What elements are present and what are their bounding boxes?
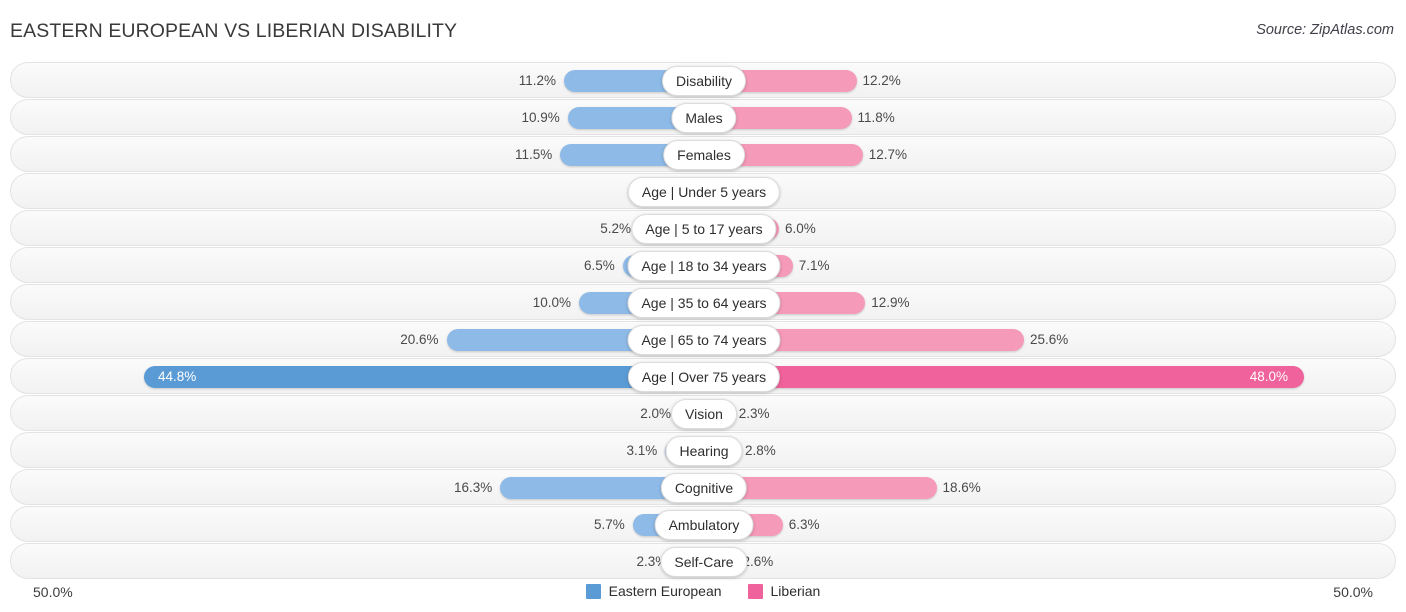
category-label-pill: Males: [671, 103, 737, 133]
value-label-eastern-european: 6.5%: [583, 258, 615, 273]
page-title: EASTERN EUROPEAN VS LIBERIAN DISABILITY: [10, 20, 458, 42]
chart-row: 16.3% 18.6% Cognitive: [10, 469, 1396, 505]
value-label-liberian: 2.8%: [745, 443, 776, 458]
chart-page: EASTERN EUROPEAN VS LIBERIAN DISABILITY …: [0, 0, 1406, 612]
chart-row: 11.2% 12.2% Disability: [10, 62, 1396, 98]
legend-item[interactable]: Eastern European: [585, 583, 722, 599]
value-label-eastern-european: 44.8%: [158, 369, 197, 384]
chart-row: 11.5% 12.7% Females: [10, 136, 1396, 172]
chart-row: 5.2% 6.0% Age | 5 to 17 years: [10, 210, 1396, 246]
chart-row: 10.0% 12.9% Age | 35 to 64 years: [10, 284, 1396, 320]
value-label-eastern-european: 10.0%: [532, 295, 571, 310]
category-label-text: Disability: [675, 73, 733, 89]
value-label-liberian: 25.6%: [1030, 332, 1069, 347]
chart-row: 20.6% 25.6% Age | 65 to 74 years: [10, 321, 1396, 357]
chart-row: 5.7% 6.3% Ambulatory: [10, 506, 1396, 542]
legend-swatch-eastern-european: [585, 583, 601, 599]
chart-header: EASTERN EUROPEAN VS LIBERIAN DISABILITY …: [0, 0, 1406, 62]
value-label-eastern-european: 20.6%: [400, 332, 439, 347]
value-label-liberian: 12.7%: [868, 147, 908, 162]
value-label-liberian: 7.1%: [798, 258, 830, 273]
category-label-text: Vision: [685, 406, 723, 422]
chart-footer: 50.0% 50.0% Eastern European Liberian: [0, 580, 1406, 606]
chart-legend: Eastern European Liberian: [0, 583, 1406, 599]
category-label-pill: Age | 5 to 17 years: [631, 214, 777, 244]
category-label-pill: Self-Care: [660, 547, 748, 577]
value-label-eastern-european: 5.7%: [593, 517, 625, 532]
category-label-text: Hearing: [679, 443, 729, 459]
value-label-eastern-european: 11.2%: [518, 73, 556, 88]
chart-row: 1.4%1.3%Age | Under 5 years: [10, 173, 1396, 209]
category-label-text: Ambulatory: [668, 517, 740, 533]
category-label-pill: Age | 35 to 64 years: [627, 288, 781, 318]
value-label-liberian: 12.9%: [871, 295, 910, 310]
value-label-eastern-european: 16.3%: [453, 480, 493, 495]
category-label-text: Self-Care: [674, 554, 734, 570]
value-label-eastern-european: 2.0%: [640, 406, 671, 421]
category-label-text: Cognitive: [674, 480, 734, 496]
chart-row: 2.3% 2.6% Self-Care: [10, 543, 1396, 579]
value-label-liberian: 48.0%: [1249, 369, 1288, 384]
category-label-pill: Females: [663, 140, 745, 170]
chart-rows: 11.2% 12.2% Disability 10.9% 11.8% Males 11.5%…: [0, 62, 1406, 580]
category-label-text: Age | 18 to 34 years: [641, 258, 767, 274]
value-label-eastern-european: 3.1%: [626, 443, 658, 458]
category-label-pill: Ambulatory: [654, 510, 754, 540]
value-label-eastern-european: 5.2%: [600, 221, 631, 236]
category-label-pill: Vision: [671, 399, 737, 429]
legend-label: Liberian: [770, 583, 821, 599]
value-label-liberian: 6.3%: [788, 517, 820, 532]
source-attribution: Source: ZipAtlas.com: [1256, 22, 1394, 38]
category-label-pill: Hearing: [665, 436, 743, 466]
category-label-pill: Cognitive: [660, 473, 748, 503]
chart-row: 2.0% 2.3% Vision: [10, 395, 1396, 431]
legend-swatch-liberian: [747, 583, 763, 599]
value-label-liberian: 2.3%: [738, 406, 770, 421]
value-label-eastern-european: 11.5%: [514, 147, 553, 162]
bar-eastern-european: [144, 366, 704, 388]
category-label-text: Age | 35 to 64 years: [641, 295, 767, 311]
category-label-pill: Age | 65 to 74 years: [627, 325, 781, 355]
bar-liberian: [704, 366, 1304, 388]
category-label-text: Age | Under 5 years: [641, 184, 767, 200]
category-label-text: Age | 5 to 17 years: [645, 221, 763, 237]
value-label-liberian: 12.2%: [862, 73, 901, 88]
legend-label: Eastern European: [608, 583, 722, 599]
chart-row: 44.8% 48.0% Age | Over 75 years: [10, 358, 1396, 394]
legend-item[interactable]: Liberian: [747, 583, 821, 599]
value-label-liberian: 18.6%: [942, 480, 981, 495]
category-label-text: Age | 65 to 74 years: [641, 332, 767, 348]
value-label-liberian: 6.0%: [785, 221, 816, 236]
category-label-pill: Disability: [661, 66, 747, 96]
value-label-liberian: 11.8%: [857, 110, 895, 125]
chart-row: 6.5% 7.1% Age | 18 to 34 years: [10, 247, 1396, 283]
chart-row: 10.9% 11.8% Males: [10, 99, 1396, 135]
category-label-text: Males: [685, 110, 723, 126]
category-label-pill: Age | Under 5 years: [627, 177, 781, 207]
category-label-text: Age | Over 75 years: [641, 369, 767, 385]
category-label-pill: Age | 18 to 34 years: [627, 251, 781, 281]
chart-row: 3.1% 2.8% Hearing: [10, 432, 1396, 468]
category-label-text: Females: [677, 147, 731, 163]
value-label-eastern-european: 10.9%: [521, 110, 560, 125]
category-label-pill: Age | Over 75 years: [627, 362, 781, 392]
